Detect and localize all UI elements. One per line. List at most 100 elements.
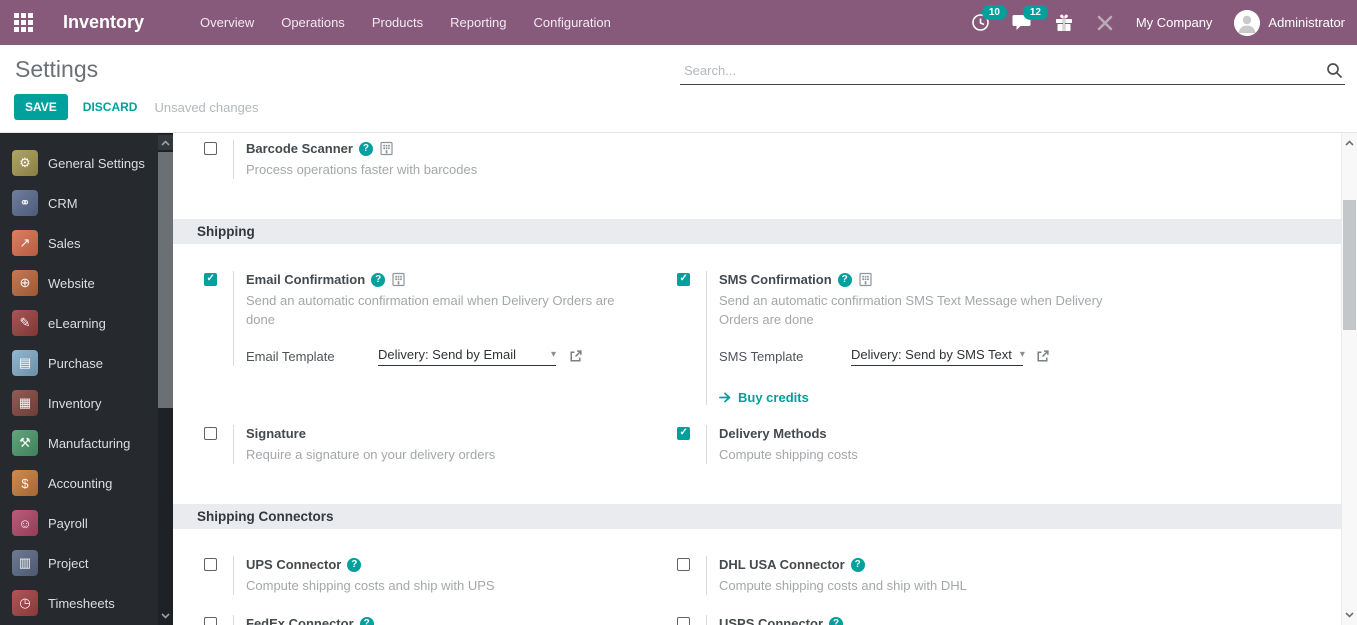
help-icon[interactable]: ? xyxy=(829,616,844,625)
menu-overview[interactable]: Overview xyxy=(200,15,254,30)
user-name: Administrator xyxy=(1268,15,1345,30)
sales-app-icon: ↗ xyxy=(12,230,38,256)
activities-button[interactable]: 10 xyxy=(971,5,1007,32)
discard-button[interactable]: DISCARD xyxy=(83,100,138,114)
help-icon[interactable]: ? xyxy=(358,141,373,156)
payroll-app-icon: ☺ xyxy=(12,510,38,536)
search-icon[interactable] xyxy=(1326,62,1343,79)
app-title[interactable]: Inventory xyxy=(63,12,144,33)
debug-tools-button[interactable] xyxy=(1096,14,1114,32)
setting-label: FedEx Connector xyxy=(246,616,354,625)
sidebar-item-manufacturing[interactable]: ⚒ Manufacturing xyxy=(12,423,158,463)
sidebar-item-website[interactable]: ⊕ Website xyxy=(12,263,158,303)
menu-configuration[interactable]: Configuration xyxy=(534,15,611,30)
ups-connector-checkbox[interactable] xyxy=(204,558,217,571)
main-scroll-down-arrow[interactable] xyxy=(1342,608,1357,622)
sidebar-item-project[interactable]: ▥ Project xyxy=(12,543,158,583)
sidebar-item-label: Accounting xyxy=(48,475,113,491)
user-menu[interactable]: Administrator xyxy=(1234,9,1345,36)
sidebar-item-crm[interactable]: ⚭ CRM xyxy=(12,183,158,223)
dhl-usa-connector-checkbox[interactable] xyxy=(677,558,690,571)
manufacturing-app-icon: ⚒ xyxy=(12,430,38,456)
top-navbar: Inventory Overview Operations Products R… xyxy=(0,0,1357,45)
apps-grid-icon[interactable] xyxy=(14,13,33,32)
menu-operations[interactable]: Operations xyxy=(281,15,345,30)
setting-label: USPS Connector xyxy=(719,616,824,625)
accounting-app-icon: $ xyxy=(12,470,38,496)
sidebar-item-general-settings[interactable]: ⚙ General Settings xyxy=(12,143,158,183)
setting-description: Compute shipping costs and ship with UPS xyxy=(246,578,495,593)
setting-signature: Signature Require a signature on your de… xyxy=(204,425,677,464)
external-link-icon[interactable] xyxy=(1035,349,1050,364)
setting-barcode-scanner: Barcode Scanner ? Process operations fas… xyxy=(204,140,677,179)
save-button[interactable]: SAVE xyxy=(14,94,68,120)
sidebar-item-sales[interactable]: ↗ Sales xyxy=(12,223,158,263)
settings-sidebar: ⚙ General Settings ⚭ CRM ↗ Sales ⊕ Websi… xyxy=(0,133,173,625)
barcode-scanner-checkbox[interactable] xyxy=(204,142,217,155)
setting-label: Email Confirmation xyxy=(246,272,366,287)
company-switcher[interactable]: My Company xyxy=(1136,15,1213,30)
chevron-down-icon: ▾ xyxy=(550,349,556,360)
help-icon[interactable]: ? xyxy=(371,272,386,287)
buy-credits-link[interactable]: Buy credits xyxy=(719,390,1108,405)
sidebar-scroll-down-arrow[interactable] xyxy=(158,608,173,623)
setting-label: DHL USA Connector xyxy=(719,557,845,572)
sidebar-item-inventory[interactable]: ▦ Inventory xyxy=(12,383,158,423)
help-icon[interactable]: ? xyxy=(359,616,374,625)
general-settings-app-icon: ⚙ xyxy=(12,150,38,176)
main-scrollbar-thumb[interactable] xyxy=(1343,200,1356,330)
setting-label: Delivery Methods xyxy=(719,426,827,441)
sidebar-item-label: CRM xyxy=(48,195,78,211)
sms-template-field-label: SMS Template xyxy=(719,349,804,364)
sidebar-scrollbar[interactable] xyxy=(158,133,173,625)
email-template-dropdown[interactable]: Delivery: Send by Email ▾ xyxy=(378,347,556,366)
timesheets-app-icon: ◷ xyxy=(12,590,38,616)
setting-label: Signature xyxy=(246,426,306,441)
fedex-connector-checkbox[interactable] xyxy=(204,617,217,625)
crm-app-icon: ⚭ xyxy=(12,190,38,216)
inventory-app-icon: ▦ xyxy=(12,390,38,416)
sidebar-item-label: Inventory xyxy=(48,395,102,411)
menu-products[interactable]: Products xyxy=(372,15,423,30)
email-confirmation-checkbox[interactable] xyxy=(204,273,217,286)
usps-connector-checkbox[interactable] xyxy=(677,617,690,625)
sidebar-item-label: Manufacturing xyxy=(48,435,131,451)
rewards-button[interactable] xyxy=(1054,13,1074,33)
gift-icon xyxy=(1055,13,1072,31)
menu-reporting[interactable]: Reporting xyxy=(450,15,506,30)
setting-label: SMS Confirmation xyxy=(719,272,832,287)
sms-template-dropdown[interactable]: Delivery: Send by SMS Text ▾ xyxy=(851,347,1025,366)
sidebar-scrollbar-thumb[interactable] xyxy=(158,152,173,408)
activity-count-badge: 10 xyxy=(981,5,1007,20)
help-icon[interactable]: ? xyxy=(837,272,852,287)
sidebar-scroll-up-arrow[interactable] xyxy=(158,135,173,150)
main-scrollbar[interactable] xyxy=(1341,133,1357,625)
sms-confirmation-checkbox[interactable] xyxy=(677,273,690,286)
sidebar-item-accounting[interactable]: $ Accounting xyxy=(12,463,158,503)
sms-template-value: Delivery: Send by SMS Text xyxy=(851,347,1012,362)
sidebar-item-payroll[interactable]: ☺ Payroll xyxy=(12,503,158,543)
sidebar-item-label: Timesheets xyxy=(48,595,115,611)
help-icon[interactable]: ? xyxy=(850,557,865,572)
main-scroll-up-arrow[interactable] xyxy=(1342,136,1357,150)
setting-delivery-methods: Delivery Methods Compute shipping costs xyxy=(677,425,1341,464)
help-icon[interactable]: ? xyxy=(347,557,362,572)
setting-description: Compute shipping costs and ship with DHL xyxy=(719,578,967,593)
setting-usps-connector: USPS Connector ? xyxy=(677,615,1341,625)
systray: 10 12 My Company Administrator xyxy=(971,5,1345,36)
setting-description: Send an automatic confirmation SMS Text … xyxy=(719,293,1103,327)
settings-content: Barcode Scanner ? Process operations fas… xyxy=(173,133,1341,625)
sidebar-item-elearning[interactable]: ✎ eLearning xyxy=(12,303,158,343)
external-link-icon[interactable] xyxy=(568,349,583,364)
sidebar-item-label: Payroll xyxy=(48,515,88,531)
purchase-app-icon: ▤ xyxy=(12,350,38,376)
signature-checkbox[interactable] xyxy=(204,427,217,440)
search-input[interactable] xyxy=(680,57,1345,84)
avatar xyxy=(1234,9,1261,36)
messages-button[interactable]: 12 xyxy=(1012,5,1048,32)
page-title: Settings xyxy=(15,56,99,82)
delivery-methods-checkbox[interactable] xyxy=(677,427,690,440)
project-app-icon: ▥ xyxy=(12,550,38,576)
sidebar-item-purchase[interactable]: ▤ Purchase xyxy=(12,343,158,383)
sidebar-item-timesheets[interactable]: ◷ Timesheets xyxy=(12,583,158,623)
